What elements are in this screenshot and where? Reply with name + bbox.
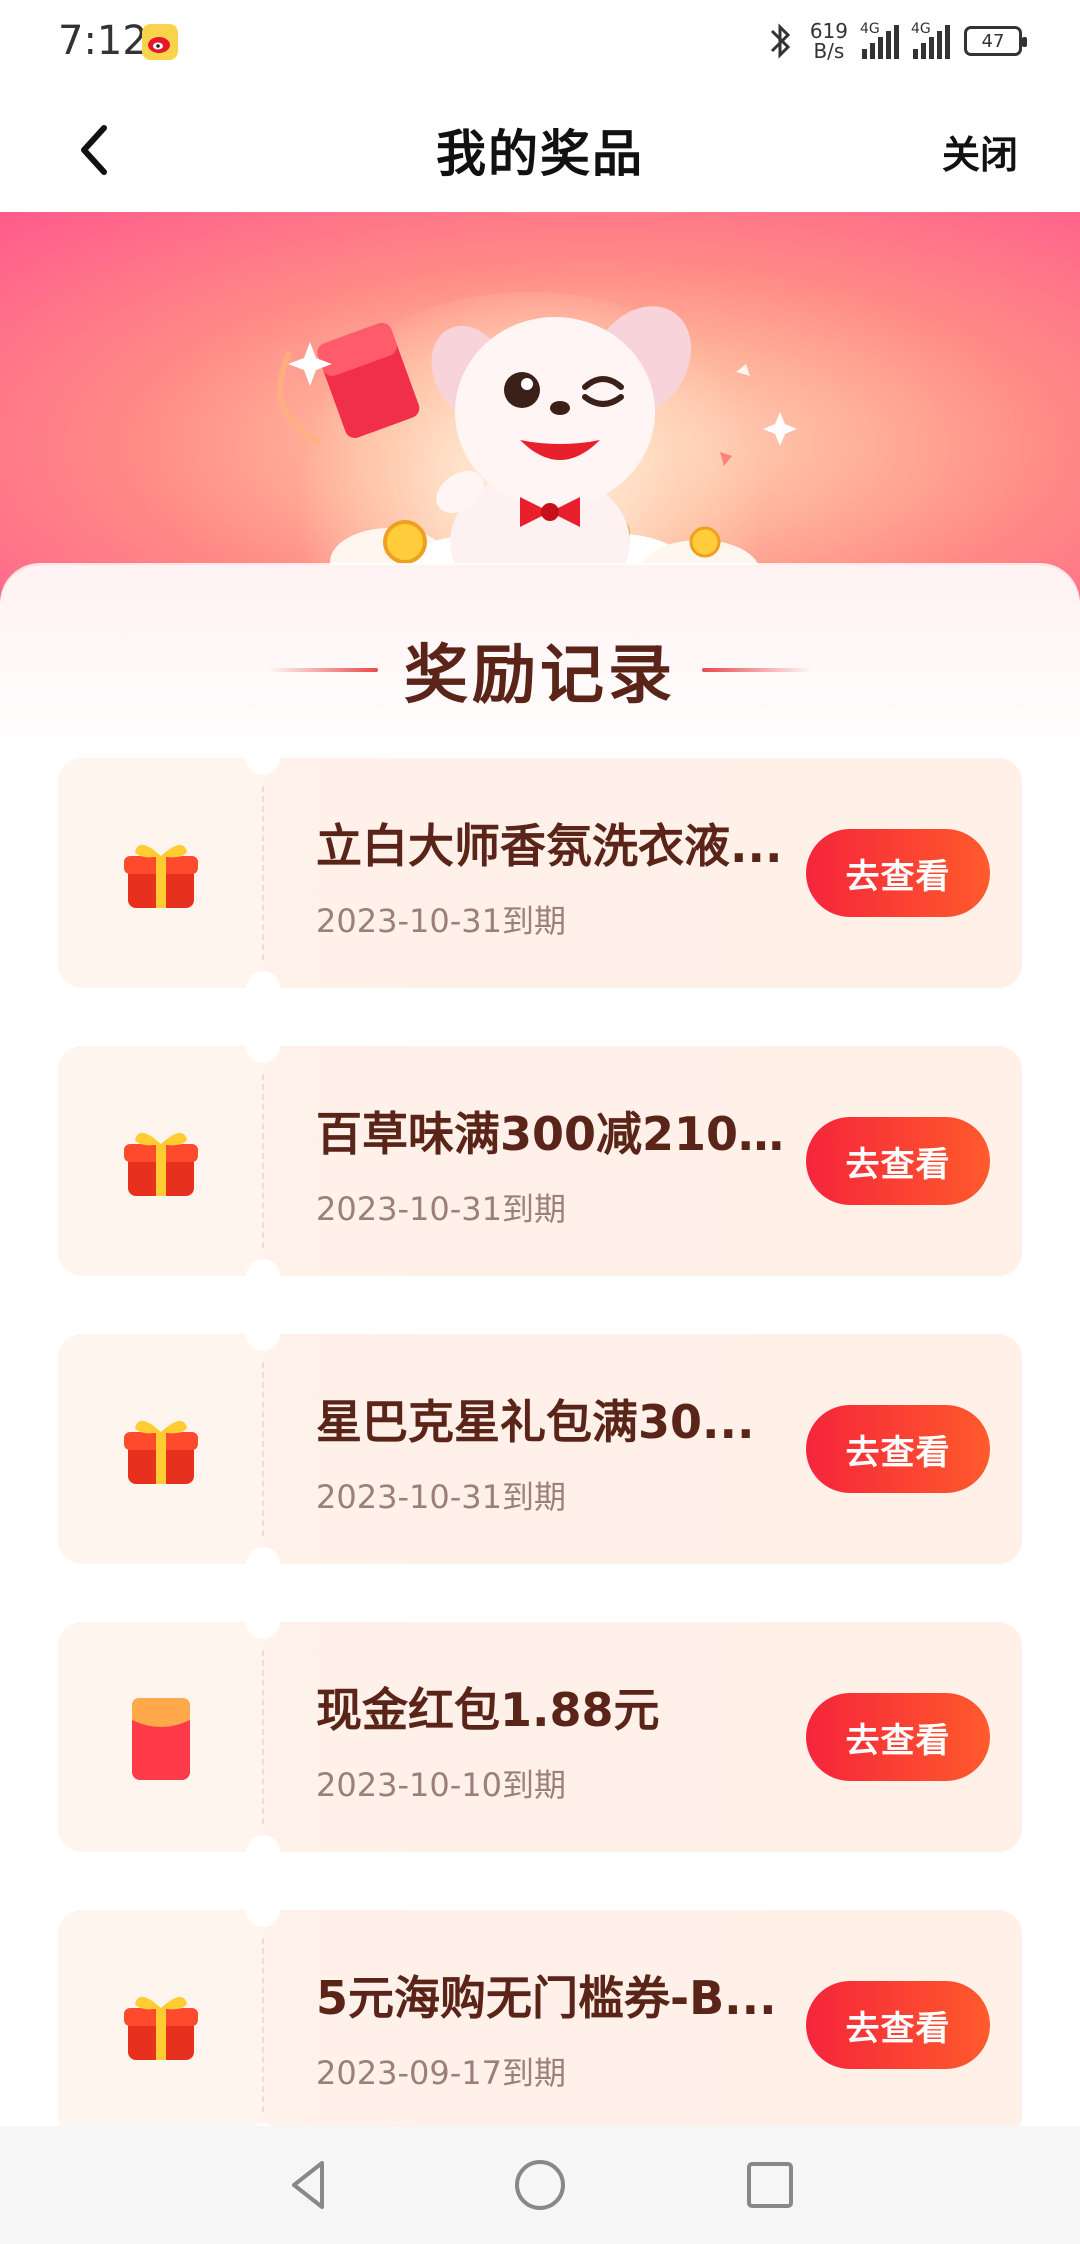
gift-box-icon: [124, 1132, 198, 1196]
view-prize-button[interactable]: 去查看: [806, 829, 990, 917]
prize-item: 5元海购无门槛券-B... 2023-09-17到期 去查看: [58, 1910, 1022, 2140]
prize-expiry: 2023-09-17到期: [316, 2054, 566, 2092]
promo-banner: [0, 212, 1080, 602]
home-circle-icon[interactable]: [510, 2155, 570, 2215]
status-bar: 7:12 619 B/s 4G 4G 47: [0, 0, 1080, 84]
prize-expiry: 2023-10-31到期: [316, 902, 566, 940]
prize-list: 立白大师香氛洗衣液... 2023-10-31到期 去查看 百草味满300减21…: [58, 758, 1022, 2198]
prize-name: 现金红包1.88元: [316, 1683, 660, 1737]
bluetooth-icon: [770, 23, 790, 59]
section-header: 奖励记录: [0, 625, 1080, 715]
network-speed-value: 619: [809, 19, 848, 43]
prize-name: 百草味满300减210...: [316, 1107, 786, 1161]
section-title: 奖励记录: [404, 639, 676, 713]
network-speed-unit: B/s: [813, 39, 845, 63]
prize-stub: [58, 1334, 264, 1564]
prize-item: 立白大师香氛洗衣液... 2023-10-31到期 去查看: [58, 758, 1022, 988]
network-speed: 619 B/s: [810, 21, 848, 61]
signal-1-label: 4G: [860, 21, 880, 37]
prize-stub: [58, 1622, 264, 1852]
mascot-dog-illustration: [277, 306, 797, 602]
status-icons: 619 B/s 4G 4G 47: [766, 18, 1027, 64]
prize-expiry: 2023-10-31到期: [316, 1190, 566, 1228]
ticket-perforation: [262, 1650, 264, 1824]
ticket-perforation: [262, 1938, 264, 2112]
view-prize-button[interactable]: 去查看: [806, 1693, 990, 1781]
signal-2-label: 4G: [911, 21, 931, 37]
prize-name: 星巴克星礼包满30...: [316, 1395, 755, 1449]
view-prize-button[interactable]: 去查看: [806, 1981, 990, 2069]
page-title: 我的奖品: [436, 125, 644, 183]
signal-1-icon: 4G: [860, 21, 899, 59]
battery-icon: 47: [964, 26, 1027, 56]
prize-item: 百草味满300减210... 2023-10-31到期 去查看: [58, 1046, 1022, 1276]
status-time: 7:12: [58, 18, 148, 64]
view-prize-button[interactable]: 去查看: [806, 1117, 990, 1205]
prize-item: 星巴克星礼包满30... 2023-10-31到期 去查看: [58, 1334, 1022, 1564]
prize-expiry: 2023-10-10到期: [316, 1766, 566, 1804]
weibo-notification-icon: [142, 24, 178, 60]
rewards-card: 奖励记录 立白大师香氛洗衣液... 2023-10-31到期 去查看 百草味满3…: [0, 565, 1080, 2244]
prize-stub: [58, 1910, 264, 2140]
back-triangle-icon[interactable]: [280, 2155, 340, 2215]
decorative-line-right: [702, 668, 812, 672]
ticket-perforation: [262, 1074, 264, 1248]
gift-box-icon: [124, 1996, 198, 2060]
ticket-perforation: [262, 786, 264, 960]
ticket-perforation: [262, 1362, 264, 1536]
gift-box-icon: [124, 1420, 198, 1484]
decorative-line-left: [268, 668, 378, 672]
prize-name: 立白大师香氛洗衣液...: [316, 819, 783, 873]
close-button[interactable]: 关闭: [942, 124, 1018, 179]
prize-item: 现金红包1.88元 2023-10-10到期 去查看: [58, 1622, 1022, 1852]
view-prize-button[interactable]: 去查看: [806, 1405, 990, 1493]
prize-stub: [58, 1046, 264, 1276]
system-nav-bar: [0, 2126, 1080, 2244]
nav-bar: 我的奖品 关闭: [0, 84, 1080, 212]
signal-2-icon: 4G: [911, 21, 950, 59]
my-prizes-page: 7:12 619 B/s 4G 4G 47 我的奖品 关闭 奖励记录 立白大师香…: [0, 0, 1080, 2244]
prize-name: 5元海购无门槛券-B...: [316, 1971, 777, 2025]
prize-expiry: 2023-10-31到期: [316, 1478, 566, 1516]
prize-stub: [58, 758, 264, 988]
red-packet-icon: [132, 1698, 190, 1780]
gift-box-icon: [124, 844, 198, 908]
recents-square-icon[interactable]: [740, 2155, 800, 2215]
